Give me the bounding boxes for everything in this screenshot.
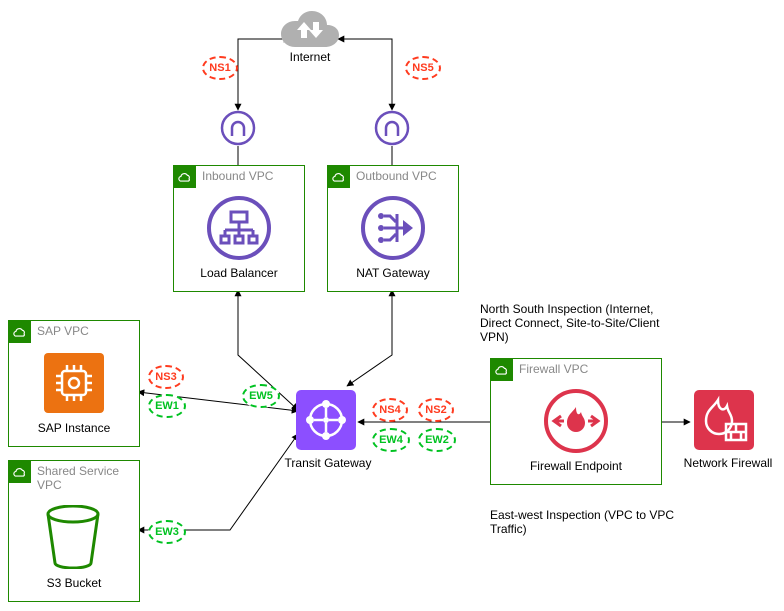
transit-gateway-icon (294, 388, 358, 455)
s3-bucket-label: S3 Bucket (9, 576, 139, 590)
network-firewall-icon (692, 388, 756, 455)
shared-service-vpc: Shared Service VPC S3 Bucket (8, 460, 140, 602)
cloud-icon (174, 166, 196, 188)
cloud-icon (491, 359, 513, 381)
inbound-vpc: Inbound VPC Load Balancer (173, 165, 305, 292)
internet-icon (280, 6, 348, 53)
hop-ns2: NS2 (418, 398, 454, 422)
cloud-icon (9, 321, 31, 343)
load-balancer-icon (207, 196, 271, 263)
east-west-desc: East-west Inspection (VPC to VPC Traffic… (490, 508, 690, 536)
sap-instance-label: SAP Instance (9, 421, 139, 435)
shared-vpc-title: Shared Service VPC (37, 464, 127, 492)
north-south-desc: North South Inspection (Internet, Direct… (480, 302, 680, 344)
nat-gateway-icon (361, 196, 425, 263)
hop-ew5: EW5 (242, 384, 280, 408)
firewall-endpoint-label: Firewall Endpoint (491, 459, 661, 473)
network-firewall-label: Network Firewall (678, 456, 778, 470)
hop-ns4: NS4 (372, 398, 408, 422)
hop-ew4: EW4 (372, 428, 410, 452)
outbound-igw-icon (374, 110, 410, 149)
sap-vpc: SAP VPC SAP Instance (8, 320, 140, 447)
firewall-endpoint-icon (544, 389, 608, 456)
s3-bucket-icon (44, 505, 102, 572)
cloud-icon (9, 461, 31, 483)
nat-gateway-label: NAT Gateway (328, 266, 458, 280)
transit-gateway-label: Transit Gateway (278, 456, 378, 470)
hop-ew2: EW2 (418, 428, 456, 452)
sap-vpc-title: SAP VPC (37, 324, 89, 338)
outbound-vpc-title: Outbound VPC (356, 169, 437, 183)
hop-ns1: NS1 (202, 56, 238, 80)
firewall-vpc: Firewall VPC Firewall Endpoint (490, 358, 662, 485)
load-balancer-label: Load Balancer (174, 266, 304, 280)
inbound-vpc-title: Inbound VPC (202, 169, 273, 183)
hop-ns5: NS5 (405, 56, 441, 80)
inbound-igw-icon (220, 110, 256, 149)
internet-label: Internet (280, 50, 340, 64)
sap-instance-icon (42, 351, 106, 418)
cloud-icon (328, 166, 350, 188)
hop-ns3: NS3 (148, 365, 184, 389)
hop-ew1: EW1 (148, 394, 186, 418)
firewall-vpc-title: Firewall VPC (519, 362, 588, 376)
hop-ew3: EW3 (148, 520, 186, 544)
outbound-vpc: Outbound VPC NAT Gateway (327, 165, 459, 292)
